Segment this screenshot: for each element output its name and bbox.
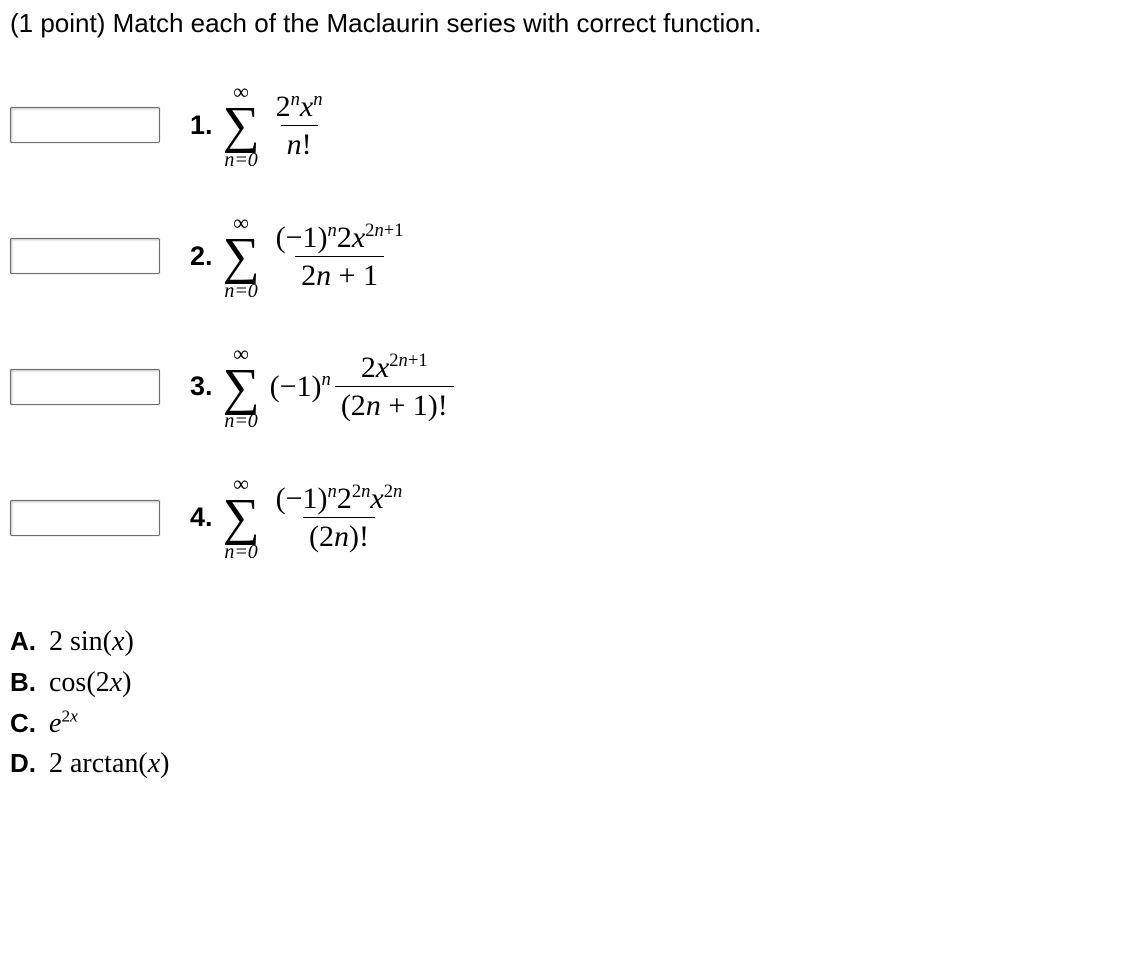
option-c: C. e2x [10,703,1120,744]
item-label-3: 3. [190,371,213,402]
match-row-3: 3. ∞ ∑ n=0 (−1)n 2x2n+1 (2n + 1)! [10,343,1120,432]
answer-input-3[interactable] [10,369,160,405]
option-label-b: B. [10,667,36,697]
sigma-symbol: ∑ [223,234,260,281]
denominator-2: 2n + 1 [295,256,384,292]
option-a: A. 2 sin(x) [10,622,1120,663]
option-value-c: e2x [49,708,78,739]
denominator-4: (2n)! [303,517,375,553]
denominator-3: (2n + 1)! [335,386,454,422]
sigma-symbol: ∑ [223,495,260,542]
sigma-bottom: n=0 [224,542,258,562]
option-label-d: D. [10,748,36,778]
match-row-2: 2. ∞ ∑ n=0 (−1)n2x2n+1 2n + 1 [10,212,1120,301]
option-value-d: 2 arctan(x) [49,748,169,779]
sigma-symbol: ∑ [223,365,260,412]
option-label-c: C. [10,708,36,738]
series-2: ∞ ∑ n=0 (−1)n2x2n+1 2n + 1 [223,212,410,301]
item-label-4: 4. [190,502,213,533]
series-1: ∞ ∑ n=0 2nxn n! [223,81,329,170]
item-label-1: 1. [190,110,213,141]
series-3: ∞ ∑ n=0 (−1)n 2x2n+1 (2n + 1)! [223,343,454,432]
sigma-bottom: n=0 [224,281,258,301]
instruction-text: (1 point) Match each of the Maclaurin se… [10,8,1120,39]
answer-options: A. 2 sin(x) B. cos(2x) C. e2x D. 2 arcta… [10,622,1120,785]
pre-term-3: (−1)n [270,369,331,404]
sigma-bottom: n=0 [224,411,258,431]
numerator-4: (−1)n22nx2n [270,482,409,517]
option-value-a: 2 sin(x) [49,626,134,657]
option-label-a: A. [10,626,36,656]
option-value-b: cos(2x) [49,667,131,698]
answer-input-2[interactable] [10,238,160,274]
sigma-bottom: n=0 [224,150,258,170]
numerator-2: (−1)n2x2n+1 [270,221,410,256]
item-label-2: 2. [190,241,213,272]
sigma-symbol: ∑ [223,103,260,150]
option-d: D. 2 arctan(x) [10,744,1120,785]
numerator-3: 2x2n+1 [355,351,434,386]
option-b: B. cos(2x) [10,663,1120,704]
denominator-1: n! [281,125,318,161]
answer-input-4[interactable] [10,500,160,536]
answer-input-1[interactable] [10,107,160,143]
numerator-1: 2nxn [270,90,329,125]
match-row-4: 4. ∞ ∑ n=0 (−1)n22nx2n (2n)! [10,473,1120,562]
series-4: ∞ ∑ n=0 (−1)n22nx2n (2n)! [223,473,409,562]
match-row-1: 1. ∞ ∑ n=0 2nxn n! [10,81,1120,170]
